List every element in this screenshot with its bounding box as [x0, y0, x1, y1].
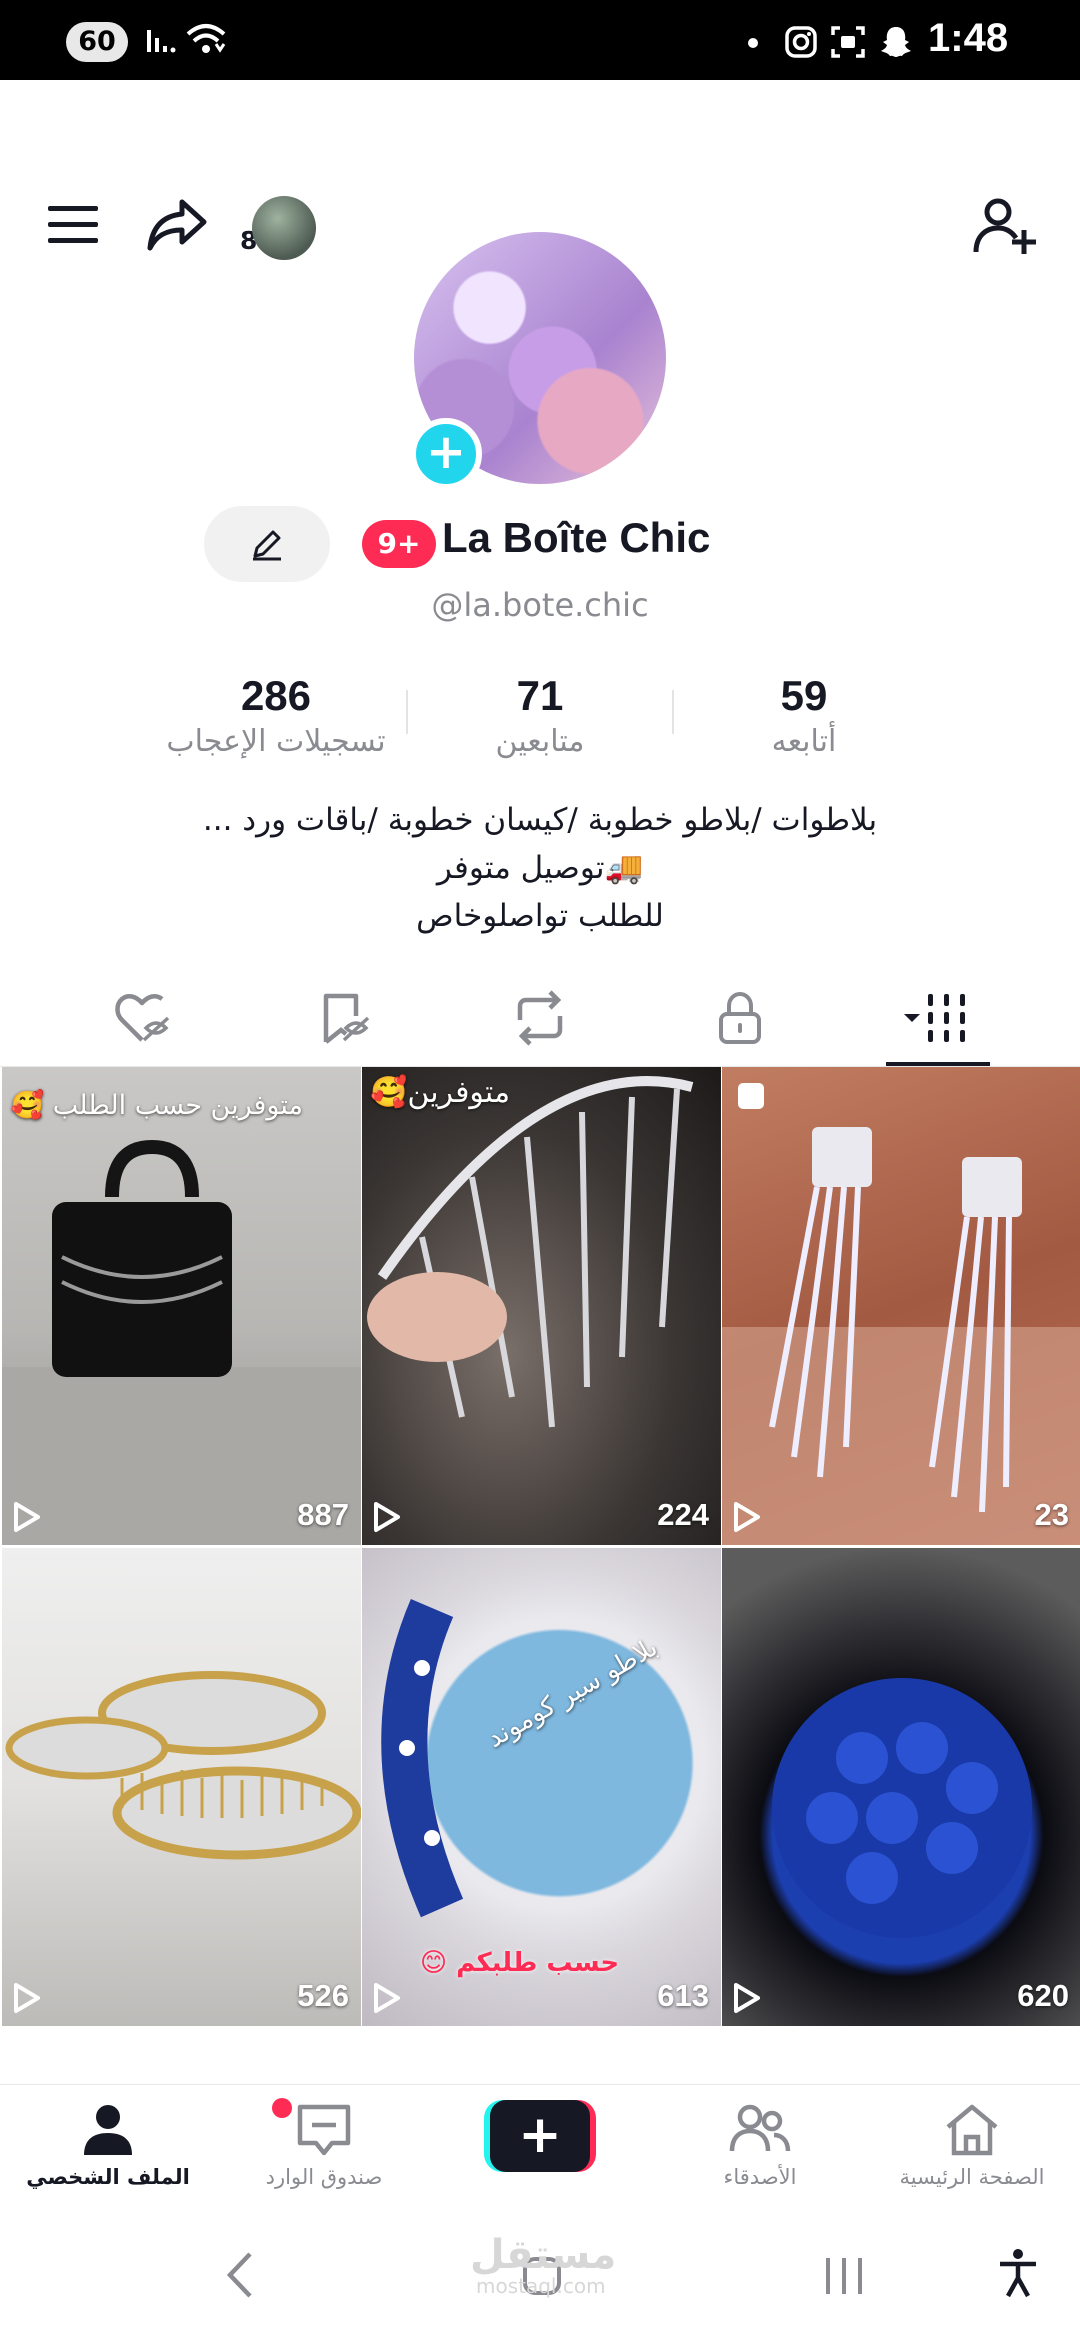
lock-icon	[719, 991, 761, 1044]
view-count: 23	[1034, 1497, 1069, 1532]
friends-icon	[729, 2104, 791, 2152]
bookmark-hidden-icon	[323, 993, 370, 1044]
profile-icon	[84, 2105, 132, 2155]
signal-icon	[147, 30, 176, 53]
inbox-icon	[297, 2104, 351, 2156]
share-icon[interactable]	[146, 196, 210, 252]
bio[interactable]: بلاطوات /بلاطو خطوبة /كيسان خطوبة /باقات…	[0, 796, 1080, 940]
nav-label: صندوق الوارد	[265, 2165, 383, 2189]
battery-indicator: 60	[66, 22, 128, 62]
home-icon	[946, 2104, 998, 2156]
favorites-tab[interactable]	[284, 978, 404, 1068]
repost-icon	[517, 990, 563, 1046]
video-caption: حسب طلبكم 😊	[420, 1948, 620, 1978]
nav-profile[interactable]: الملف الشخصي	[8, 2085, 208, 2213]
create-button[interactable]: +	[484, 2100, 596, 2172]
nav-label: الملف الشخصي	[26, 2165, 190, 2189]
recents-icon[interactable]	[822, 2256, 866, 2296]
following-stat[interactable]: 59 أتابعه	[654, 672, 954, 759]
nav-inbox[interactable]: صندوق الوارد	[224, 2085, 424, 2213]
watermark: مستقل	[470, 2232, 617, 2278]
username: @la.bote.chic	[431, 586, 649, 624]
play-icon	[734, 1983, 760, 2013]
wifi-icon	[186, 24, 226, 53]
likes-label: تسجيلات الإعجاب	[166, 724, 386, 759]
heart-hidden-icon	[115, 993, 170, 1042]
grid-icon	[904, 994, 965, 1042]
bio-line: بلاطوات /بلاطو خطوبة /كيسان خطوبة /باقات…	[202, 802, 878, 838]
liked-tab[interactable]	[84, 978, 204, 1068]
nav-home[interactable]: الصفحة الرئيسية	[872, 2085, 1072, 2213]
inbox-notification-dot	[272, 2098, 292, 2118]
play-icon	[14, 1983, 40, 2013]
watermark-url: mostaql.com	[476, 2274, 606, 2298]
bio-line: للطلب تواصلوخاص	[416, 898, 664, 934]
view-count: 526	[297, 1978, 349, 2013]
followers-count: 71	[516, 672, 564, 719]
nav-friends[interactable]: الأصدقاء	[660, 2085, 860, 2213]
video-thumbnail	[5, 1671, 361, 1860]
add-user-icon[interactable]	[972, 196, 1036, 256]
video-tile[interactable]: متوفرين حسب الطلب 🥰 887	[2, 1067, 361, 1545]
reposts-tab[interactable]	[480, 978, 600, 1068]
screenshot-icon	[831, 26, 865, 58]
video-caption: متوفرين حسب الطلب 🥰	[10, 1090, 303, 1121]
profile-tabs	[0, 978, 1080, 1068]
private-tab[interactable]	[680, 978, 800, 1068]
back-icon[interactable]	[222, 2250, 256, 2300]
video-tile[interactable]: متوفرين🥰 224	[362, 1067, 721, 1545]
notification-badge[interactable]: 9+	[362, 520, 436, 568]
nav-label: الأصدقاء	[723, 2165, 797, 2189]
play-icon	[734, 1502, 760, 1532]
clock: 1:48	[928, 16, 1009, 60]
friend-avatar[interactable]	[252, 196, 316, 260]
edit-profile-button[interactable]	[204, 506, 330, 582]
snapchat-icon	[881, 27, 911, 57]
followers-stat[interactable]: 71 متابعين	[390, 672, 690, 759]
plus-icon: +	[490, 2100, 590, 2172]
notification-dot	[748, 38, 758, 48]
play-icon	[374, 1502, 400, 1532]
followers-label: متابعين	[495, 724, 585, 759]
bio-line: 🚚توصيل متوفر	[436, 850, 644, 886]
view-count: 224	[657, 1497, 709, 1532]
accessibility-icon[interactable]	[996, 2248, 1040, 2298]
pencil-icon	[253, 530, 281, 561]
video-thumbnail	[367, 1076, 694, 1428]
display-name: La Boîte Chic	[442, 514, 711, 561]
likes-stat[interactable]: 286 تسجيلات الإعجاب	[126, 672, 426, 759]
view-count: 613	[657, 1978, 709, 2013]
likes-count: 286	[240, 672, 312, 719]
video-caption: متوفرين🥰	[370, 1075, 511, 1110]
nav-label: الصفحة الرئيسية	[899, 2165, 1045, 2189]
video-thumbnail	[722, 1083, 1080, 1545]
view-count: 620	[1017, 1978, 1069, 2013]
video-thumbnail	[772, 1678, 1032, 1938]
instagram-icon	[785, 26, 817, 58]
video-tile[interactable]: بلاطو سير كوموند حسب طلبكم 😊 613	[362, 1548, 721, 2026]
following-count: 59	[780, 672, 828, 719]
videos-tab[interactable]	[880, 978, 1000, 1068]
add-story-button[interactable]: +	[410, 418, 482, 490]
video-tile[interactable]: 526	[2, 1548, 361, 2026]
menu-icon[interactable]	[46, 202, 102, 250]
play-icon	[14, 1502, 40, 1532]
view-count: 887	[297, 1497, 349, 1532]
following-label: أتابعه	[771, 724, 837, 759]
video-tile[interactable]: 23	[722, 1067, 1080, 1545]
status-bar: 60 1:48	[0, 0, 1080, 80]
video-thumbnail	[2, 1139, 361, 1545]
video-tile[interactable]: 620	[722, 1548, 1080, 2026]
play-icon	[374, 1983, 400, 2013]
